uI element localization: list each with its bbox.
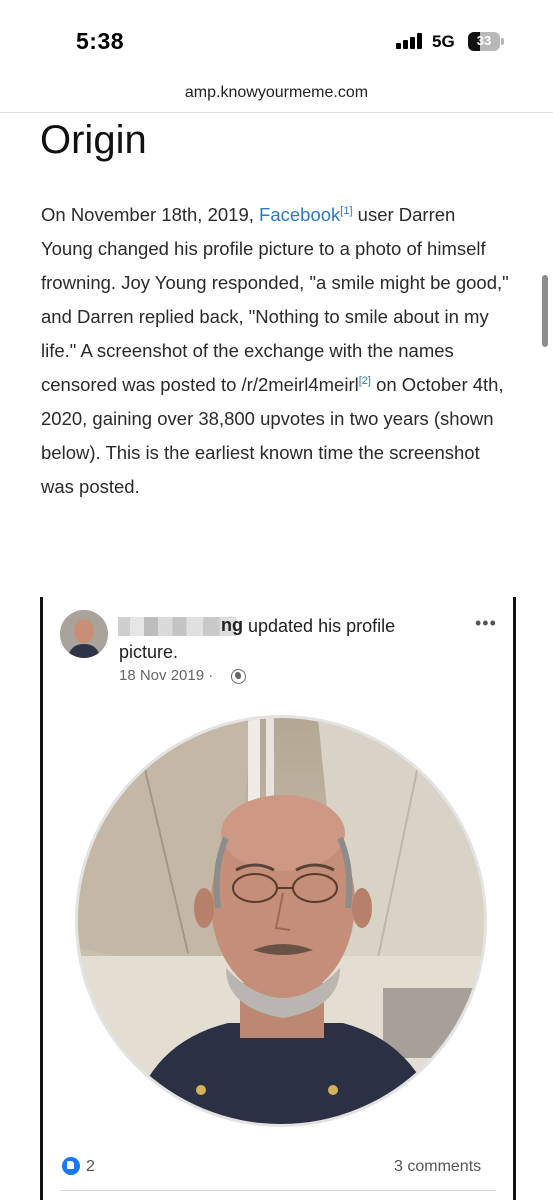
reference-2-link[interactable]: [2] xyxy=(359,375,371,387)
like-icon[interactable] xyxy=(62,1157,80,1175)
embed-divider xyxy=(60,1190,496,1191)
facebook-link[interactable]: Facebook xyxy=(259,204,340,225)
status-bar: 5:38 5G 33 xyxy=(0,0,553,80)
embedded-screenshot: ng updated his profile picture. 18 Nov 2… xyxy=(40,597,516,1200)
comments-count[interactable]: 3 comments xyxy=(394,1158,481,1176)
url-divider xyxy=(0,112,553,113)
poster-name: ng xyxy=(221,615,243,635)
more-icon: ••• xyxy=(475,613,497,633)
origin-paragraph: On November 18th, 2019, Facebook[1] user… xyxy=(41,198,511,504)
post-action: updated his profile xyxy=(248,616,396,636)
para-text-2: user Darren Young changed his profile pi… xyxy=(41,204,509,395)
section-heading: Origin xyxy=(40,118,147,162)
battery-icon: 33 xyxy=(468,32,504,51)
url-bar[interactable]: amp.knowyourmeme.com xyxy=(0,84,553,102)
network-type: 5G xyxy=(432,32,455,51)
censored-name xyxy=(118,617,236,636)
scrollbar[interactable] xyxy=(542,275,548,347)
status-time: 5:38 xyxy=(76,28,125,54)
avatar xyxy=(60,610,108,658)
signal-icon xyxy=(396,33,424,49)
post-date: 18 Nov 2019 · xyxy=(119,667,214,684)
globe-icon xyxy=(231,669,246,684)
post-action-continued: picture. xyxy=(119,642,179,662)
reference-1-link[interactable]: [1] xyxy=(340,205,352,217)
profile-photo xyxy=(78,718,484,1124)
para-text-1: On November 18th, 2019, xyxy=(41,204,260,225)
like-count[interactable]: 2 xyxy=(86,1158,95,1176)
battery-level: 33 xyxy=(476,33,492,48)
